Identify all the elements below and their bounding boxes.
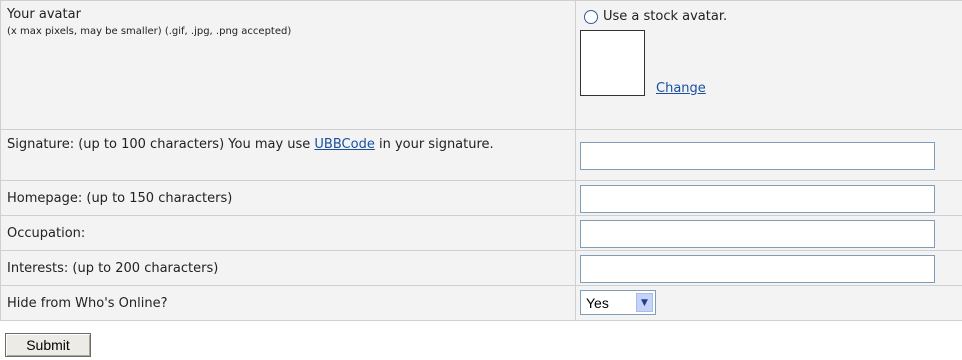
interests-input[interactable] [580, 255, 935, 283]
homepage-input[interactable] [580, 185, 935, 213]
homepage-input-cell [575, 180, 962, 216]
signature-input-cell [575, 129, 962, 181]
avatar-label: Your avatar [7, 7, 81, 22]
signature-input[interactable] [580, 142, 935, 170]
interests-label: Interests: (up to 200 characters) [7, 261, 219, 276]
change-avatar-link[interactable]: Change [656, 81, 706, 96]
avatar-label-cell: Your avatar (x max pixels, may be smalle… [0, 0, 576, 130]
submit-button[interactable]: Submit [5, 333, 91, 357]
signature-row: Signature: (up to 100 characters) You ma… [0, 129, 962, 181]
homepage-label: Homepage: (up to 150 characters) [7, 191, 233, 206]
chevron-down-icon[interactable]: ▼ [636, 293, 653, 312]
avatar-preview [580, 30, 645, 96]
ubbcode-link[interactable]: UBBCode [314, 137, 374, 152]
hide-online-label: Hide from Who's Online? [7, 296, 168, 311]
interests-label-cell: Interests: (up to 200 characters) [0, 250, 576, 286]
occupation-label: Occupation: [7, 226, 86, 241]
stock-avatar-label: Use a stock avatar. [603, 9, 728, 24]
hide-online-row: Hide from Who's Online? Yes ▼ [0, 285, 962, 321]
interests-input-cell [575, 250, 962, 286]
occupation-row: Occupation: [0, 215, 962, 251]
stock-avatar-radio[interactable] [584, 9, 598, 24]
signature-label-tail: in your signature. [374, 137, 494, 152]
occupation-label-cell: Occupation: [0, 215, 576, 251]
profile-form-table: Your avatar (x max pixels, may be smalle… [0, 0, 962, 321]
interests-row: Interests: (up to 200 characters) [0, 250, 962, 286]
homepage-row: Homepage: (up to 150 characters) [0, 180, 962, 216]
stock-avatar-option[interactable]: Use a stock avatar. [584, 9, 727, 24]
hide-online-select-cell: Yes ▼ [575, 285, 962, 321]
hide-online-label-cell: Hide from Who's Online? [0, 285, 576, 321]
hide-online-selected-value: Yes [586, 294, 609, 311]
hide-online-select[interactable]: Yes ▼ [580, 290, 656, 315]
homepage-label-cell: Homepage: (up to 150 characters) [0, 180, 576, 216]
avatar-control-cell: Use a stock avatar. Change [575, 0, 962, 130]
signature-label-text: Signature: (up to 100 characters) You ma… [7, 137, 315, 152]
signature-label: Signature: (up to 100 characters) You ma… [1, 130, 575, 155]
occupation-input-cell [575, 215, 962, 251]
avatar-row: Your avatar (x max pixels, may be smalle… [0, 0, 962, 130]
signature-label-cell: Signature: (up to 100 characters) You ma… [0, 129, 576, 181]
occupation-input[interactable] [580, 220, 935, 248]
avatar-sublabel: (x max pixels, may be smaller) (.gif, .j… [7, 26, 292, 37]
